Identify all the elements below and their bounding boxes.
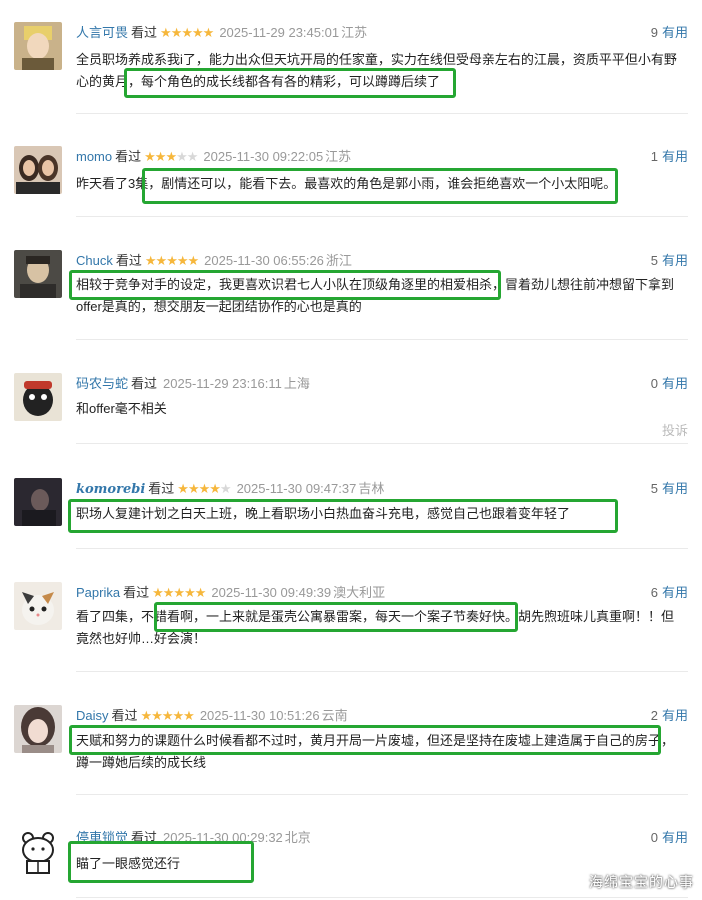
watched-status: 看过 <box>148 481 175 496</box>
report-link[interactable]: 投诉 <box>662 420 688 439</box>
user-avatar[interactable] <box>14 828 62 876</box>
username-link[interactable]: Daisy <box>76 708 109 723</box>
divider <box>76 216 688 217</box>
watched-status: 看过 <box>131 830 158 845</box>
user-avatar[interactable] <box>14 582 62 630</box>
user-avatar[interactable] <box>14 146 62 194</box>
useful-label: 有用 <box>661 25 688 40</box>
review-time: 2025-11-29 23:45:01 <box>219 25 340 40</box>
review-meta: Chuck 看过 ★★★★★ 2025-11-30 06:55:26 浙江 <box>76 252 352 270</box>
username-link[interactable]: 码农与蛇 <box>76 376 128 391</box>
user-avatar[interactable] <box>14 373 62 421</box>
review-content: 昨天看了3集，剧情还可以，能看下去。最喜欢的角色是郭小雨，谁会拒绝喜欢一个小太阳… <box>76 176 617 191</box>
divider <box>76 671 688 672</box>
username-link[interactable]: komorebi <box>76 482 145 497</box>
divider <box>76 443 688 444</box>
useful-count: 2 <box>650 708 658 723</box>
rating-stars: ★★★★★ <box>144 149 198 164</box>
review-meta: 人言可畏 看过 ★★★★★ 2025-11-29 23:45:01 江苏 <box>76 24 367 42</box>
watched-status: 看过 <box>115 149 142 164</box>
watched-status: 看过 <box>111 708 138 723</box>
useful-count: 0 <box>650 376 658 391</box>
useful-label: 有用 <box>661 585 688 600</box>
useful-button[interactable]: 6 有用 <box>651 584 688 602</box>
review-time: 2025-11-29 23:16:11 <box>163 376 282 391</box>
useful-label: 有用 <box>661 708 688 723</box>
username-link[interactable]: Chuck <box>76 253 113 268</box>
user-avatar[interactable] <box>14 705 62 753</box>
useful-label: 有用 <box>661 149 688 164</box>
review-meta: komorebi 看过 ★★★★★ 2025-11-30 09:47:37 吉林 <box>76 480 384 498</box>
review-content: 天赋和努力的课题什么时候看都不过时，黄月开局一片废墟，但还是坚持在废墟上建造属于… <box>76 733 675 770</box>
review-meta: Paprika 看过 ★★★★★ 2025-11-30 09:49:39 澳大利亚 <box>76 584 385 602</box>
review-location: 江苏 <box>325 149 352 164</box>
review-content: 看了四集，不错看啊，一上来就是蛋壳公寓暴雷案，每天一个案子节奏好快。胡先煦班味儿… <box>76 609 675 646</box>
useful-count: 0 <box>650 830 658 845</box>
useful-label: 有用 <box>661 830 688 845</box>
review-location: 江苏 <box>341 25 368 40</box>
review-meta: Daisy 看过 ★★★★★ 2025-11-30 10:51:26 云南 <box>76 707 348 725</box>
useful-count: 5 <box>650 253 658 268</box>
user-avatar[interactable] <box>14 478 62 526</box>
username-link[interactable]: Paprika <box>76 585 120 600</box>
review-meta: 停車锁觉 看过 2025-11-30 00:29:32 北京 <box>76 829 311 847</box>
review-time: 2025-11-30 09:49:39 <box>211 585 332 600</box>
useful-button[interactable]: 2 有用 <box>651 707 688 725</box>
divider <box>76 897 688 898</box>
review-meta: 码农与蛇 看过 2025-11-29 23:16:11 上海 <box>76 375 310 393</box>
rating-stars: ★★★★★ <box>140 708 195 723</box>
review-location: 浙江 <box>325 253 352 268</box>
divider <box>76 548 688 549</box>
useful-label: 有用 <box>661 481 688 496</box>
useful-label: 有用 <box>661 253 688 268</box>
watched-status: 看过 <box>131 25 158 40</box>
useful-button[interactable]: 0 有用 <box>651 375 688 393</box>
rating-stars: ★★★★★ <box>152 585 206 600</box>
divider <box>76 339 688 340</box>
rating-stars: ★★★★★ <box>160 25 214 40</box>
review-location: 上海 <box>283 376 310 391</box>
username-link[interactable]: momo <box>76 149 112 164</box>
rating-stars: ★★★★★ <box>177 481 231 496</box>
review-content: 职场人复建计划之白天上班，晚上看职场小白热血奋斗充电，感觉自己也跟着变年轻了 <box>76 506 571 521</box>
divider <box>76 794 688 795</box>
watched-status: 看过 <box>123 585 150 600</box>
useful-count: 6 <box>650 585 658 600</box>
review-location: 北京 <box>284 830 311 845</box>
review-location: 吉林 <box>358 481 385 496</box>
review-meta: momo 看过 ★★★★★ 2025-11-30 09:22:05 江苏 <box>76 148 351 166</box>
review-content: 全员职场养成系我i了，能力出众但天坑开局的任家童，实力在线但受母亲左右的江晨，资… <box>76 52 677 89</box>
watermark-text: 海绵宝宝的心事 <box>589 874 694 890</box>
review-time: 2025-11-30 09:22:05 <box>203 149 324 164</box>
useful-button[interactable]: 1 有用 <box>651 148 688 166</box>
watched-status: 看过 <box>131 376 158 391</box>
user-avatar[interactable] <box>14 22 62 70</box>
username-link[interactable]: 人言可畏 <box>76 25 128 40</box>
useful-button[interactable]: 0 有用 <box>651 829 688 847</box>
useful-button[interactable]: 5 有用 <box>651 252 688 270</box>
useful-count: 9 <box>650 25 658 40</box>
review-time: 2025-11-30 00:29:32 <box>163 830 283 845</box>
useful-label: 有用 <box>661 376 688 391</box>
review-location: 云南 <box>321 708 348 723</box>
rating-stars: ★★★★★ <box>144 253 199 268</box>
divider <box>76 113 688 114</box>
review-location: 澳大利亚 <box>333 585 386 600</box>
review-time: 2025-11-30 06:55:26 <box>204 253 324 268</box>
review-content: 和offer毫不相关 <box>76 401 167 416</box>
review-time: 2025-11-30 09:47:37 <box>236 481 357 496</box>
useful-count: 1 <box>650 149 658 164</box>
useful-button[interactable]: 9 有用 <box>651 24 688 42</box>
watched-status: 看过 <box>115 253 142 268</box>
useful-button[interactable]: 5 有用 <box>651 480 688 498</box>
useful-count: 5 <box>650 481 658 496</box>
user-avatar[interactable] <box>14 250 62 298</box>
review-time: 2025-11-30 10:51:26 <box>199 708 320 723</box>
username-link[interactable]: 停車锁觉 <box>76 830 128 845</box>
review-content: 相较于竞争对手的设定，我更喜欢识君七人小队在顶级角逐里的相爱相杀，冒着劲儿想往前… <box>76 277 675 314</box>
